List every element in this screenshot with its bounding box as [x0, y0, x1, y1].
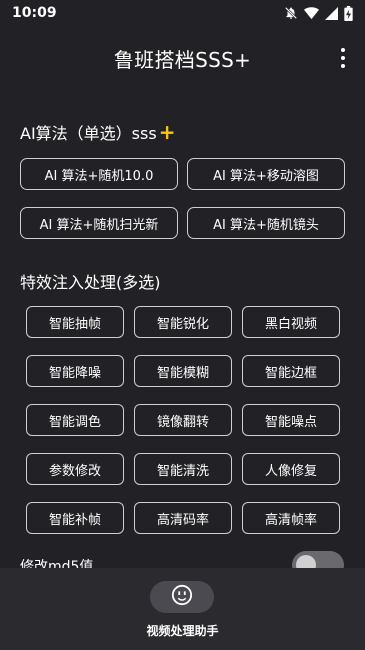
algo-option-move-blend[interactable]: AI 算法+移动溶图	[187, 158, 345, 190]
algo-section-title: AI算法（单选）sss +	[20, 120, 175, 144]
fx-section-title: 特效注入处理(多选)	[20, 273, 161, 292]
fx-option[interactable]: 智能补帧	[26, 502, 124, 534]
fx-option[interactable]: 高清帧率	[242, 502, 340, 534]
fx-option[interactable]: 智能边框	[242, 355, 340, 387]
fx-option[interactable]: 智能调色	[26, 404, 124, 436]
fx-option[interactable]: 参数修改	[26, 453, 124, 485]
status-icons	[284, 5, 353, 21]
plus-badge-icon: +	[158, 120, 176, 144]
smiley-face-icon	[171, 584, 193, 610]
signal-icon	[325, 6, 338, 20]
wifi-icon	[304, 6, 319, 20]
algo-option-random-lens[interactable]: AI 算法+随机镜头	[187, 207, 345, 239]
fx-options: 智能抽帧 智能锐化 黑白视频 智能降噪 智能模糊 智能边框 智能调色 镜像翻转 …	[26, 306, 340, 534]
fx-option[interactable]: 高清码率	[134, 502, 232, 534]
bell-off-icon	[284, 6, 298, 20]
app-title: 鲁班搭档SSS+	[113, 48, 252, 72]
algo-option-random-10[interactable]: AI 算法+随机10.0	[20, 158, 178, 190]
nav-label[interactable]: 视频处理助手	[0, 622, 365, 639]
fx-option[interactable]: 人像修复	[242, 453, 340, 485]
more-vert-icon[interactable]	[335, 46, 351, 70]
fx-option[interactable]: 智能降噪	[26, 355, 124, 387]
battery-charging-icon	[344, 5, 353, 21]
fx-option[interactable]: 智能模糊	[134, 355, 232, 387]
status-bar: 10:09	[0, 0, 365, 26]
fx-option[interactable]: 镜像翻转	[134, 404, 232, 436]
algo-options: AI 算法+随机10.0 AI 算法+移动溶图 AI 算法+随机扫光新 AI 算…	[20, 158, 345, 239]
fx-option[interactable]: 智能噪点	[242, 404, 340, 436]
fx-option[interactable]: 黑白视频	[242, 306, 340, 338]
fx-option[interactable]: 智能锐化	[134, 306, 232, 338]
algo-option-random-sweep[interactable]: AI 算法+随机扫光新	[20, 207, 178, 239]
fx-option[interactable]: 智能清洗	[134, 453, 232, 485]
nav-item-video-assistant[interactable]	[150, 581, 214, 613]
algo-section-label: AI算法（单选）sss	[20, 124, 157, 143]
bottom-nav: 视频处理助手	[0, 568, 365, 650]
app-bar: 鲁班搭档SSS+	[0, 40, 365, 80]
status-time: 10:09	[12, 5, 57, 21]
fx-option[interactable]: 智能抽帧	[26, 306, 124, 338]
